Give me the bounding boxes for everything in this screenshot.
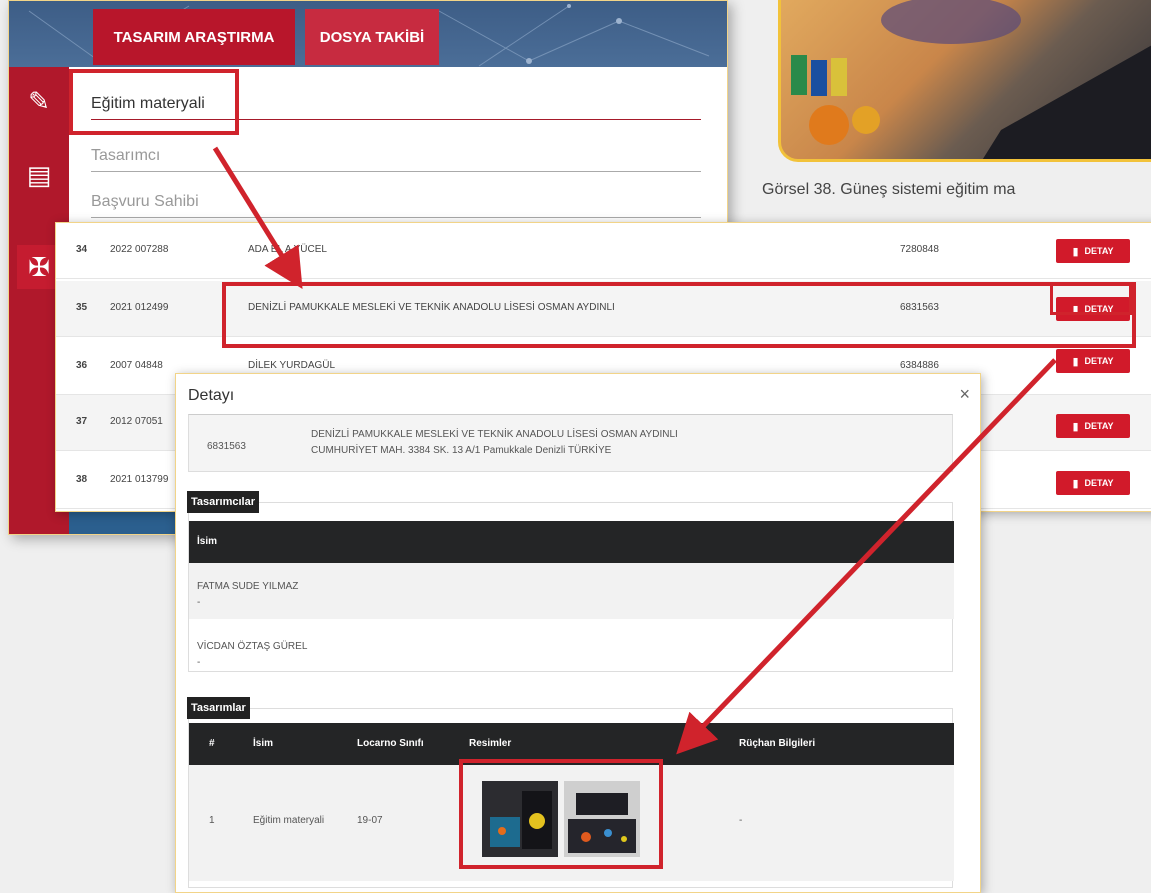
- pointer-arrows: [212, 146, 1057, 755]
